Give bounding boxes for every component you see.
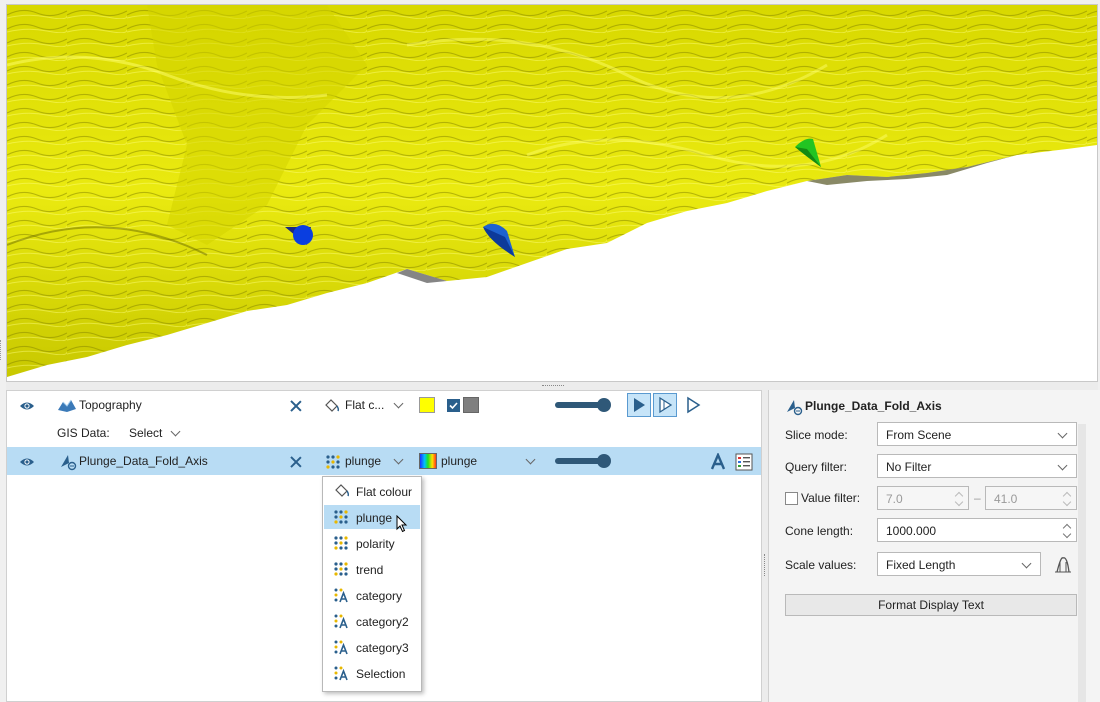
remove-layer-button[interactable] — [289, 399, 303, 413]
value-filter-label: Value filter: — [801, 491, 861, 505]
layer-row-plunge-data[interactable]: Plunge_Data_Fold_Axis plunge plunge — [7, 447, 761, 475]
numeric-attribute-icon — [334, 510, 348, 524]
slice-mode-label: Slice mode: — [785, 428, 848, 442]
scale-values-label: Scale values: — [785, 558, 857, 572]
colour-mode-dropdown[interactable]: Flat colour plunge polarity trend catego… — [322, 476, 422, 692]
colourmap-attribute[interactable]: plunge — [441, 454, 477, 468]
eye-icon[interactable] — [19, 401, 35, 411]
menu-item-category[interactable]: category — [324, 583, 420, 607]
chevron-down-icon — [1057, 428, 1068, 439]
category-attribute-icon — [334, 666, 348, 681]
numeric-attribute-icon — [326, 455, 340, 469]
colour-mode-value[interactable]: plunge — [345, 454, 381, 468]
backface-checkbox[interactable] — [447, 399, 460, 412]
menu-item-trend[interactable]: trend — [324, 557, 420, 581]
flat-colour-swatch[interactable] — [419, 397, 435, 413]
gis-data-row: GIS Data: Select — [7, 419, 761, 447]
surface-icon — [58, 399, 76, 412]
colourmap-icon[interactable] — [419, 453, 437, 469]
format-display-text-button[interactable]: Format Display Text — [785, 594, 1077, 616]
structural-data-icon — [787, 400, 803, 416]
category-attribute-icon — [334, 588, 348, 603]
gis-data-label: GIS Data: — [57, 426, 110, 440]
scale-values-select[interactable]: Fixed Length — [877, 552, 1041, 576]
menu-item-selection[interactable]: Selection — [324, 661, 420, 685]
chevron-down-icon[interactable] — [393, 454, 404, 465]
show-outline-toggle-icon[interactable] — [681, 393, 705, 417]
chevron-down-icon[interactable] — [170, 426, 181, 437]
gis-data-select[interactable]: Select — [129, 426, 162, 440]
checkmark-icon — [449, 402, 458, 410]
properties-scrollbar[interactable] — [1078, 424, 1086, 702]
cone-length-label: Cone length: — [785, 524, 854, 538]
spin-down-icon[interactable] — [1062, 529, 1072, 539]
query-filter-label: Query filter: — [785, 460, 848, 474]
value-filter-min-input[interactable]: 7.0 — [877, 486, 969, 510]
query-filter-select[interactable]: No Filter — [877, 454, 1077, 478]
layer-name: Topography — [79, 398, 142, 412]
chevron-down-icon — [1021, 558, 1032, 569]
cone-length-input[interactable]: 1000.000 — [877, 518, 1077, 542]
numeric-attribute-icon — [334, 562, 348, 576]
value-filter-checkbox[interactable] — [785, 492, 798, 505]
structural-data-icon — [61, 455, 77, 471]
histogram-icon[interactable] — [1053, 554, 1073, 574]
left-splitter-grip[interactable] — [0, 340, 5, 360]
value-filter-separator: – — [974, 491, 981, 505]
topography-surface-render — [7, 5, 1097, 377]
paint-bucket-icon — [325, 399, 340, 412]
menu-item-polarity[interactable]: polarity — [324, 531, 420, 555]
legend-icon[interactable] — [735, 453, 753, 471]
scene-view[interactable] — [6, 4, 1098, 382]
paint-bucket-icon — [335, 484, 350, 497]
menu-item-category3[interactable]: category3 — [324, 635, 420, 659]
show-faces-toggle-icon[interactable] — [627, 393, 651, 417]
menu-item-plunge[interactable]: plunge — [324, 505, 420, 533]
category-attribute-icon — [334, 614, 348, 629]
colour-mode-value[interactable]: Flat c... — [345, 398, 384, 412]
slice-mode-select[interactable]: From Scene — [877, 422, 1077, 446]
value-filter-max-input[interactable]: 41.0 — [985, 486, 1077, 510]
layer-row-topography[interactable]: Topography Flat c... — [7, 391, 761, 419]
properties-title: Plunge_Data_Fold_Axis — [805, 399, 942, 413]
numeric-attribute-icon — [334, 536, 348, 550]
properties-panel: Plunge_Data_Fold_Axis Slice mode: From S… — [768, 390, 1100, 702]
menu-item-flat-colour[interactable]: Flat colour — [324, 479, 420, 503]
backface-colour-swatch[interactable] — [463, 397, 479, 413]
opacity-slider-handle[interactable] — [597, 398, 611, 412]
chevron-down-icon — [1057, 460, 1068, 471]
eye-icon[interactable] — [19, 457, 35, 467]
remove-layer-button[interactable] — [289, 455, 303, 469]
layer-name: Plunge_Data_Fold_Axis — [79, 454, 208, 468]
chevron-down-icon[interactable] — [393, 398, 404, 409]
opacity-slider-handle[interactable] — [597, 454, 611, 468]
show-edges-toggle-icon[interactable] — [653, 393, 677, 417]
chevron-down-icon[interactable] — [525, 454, 536, 465]
category-attribute-icon — [334, 640, 348, 655]
menu-item-category2[interactable]: category2 — [324, 609, 420, 633]
horizontal-splitter[interactable] — [6, 382, 1098, 390]
text-label-icon[interactable] — [709, 453, 727, 471]
